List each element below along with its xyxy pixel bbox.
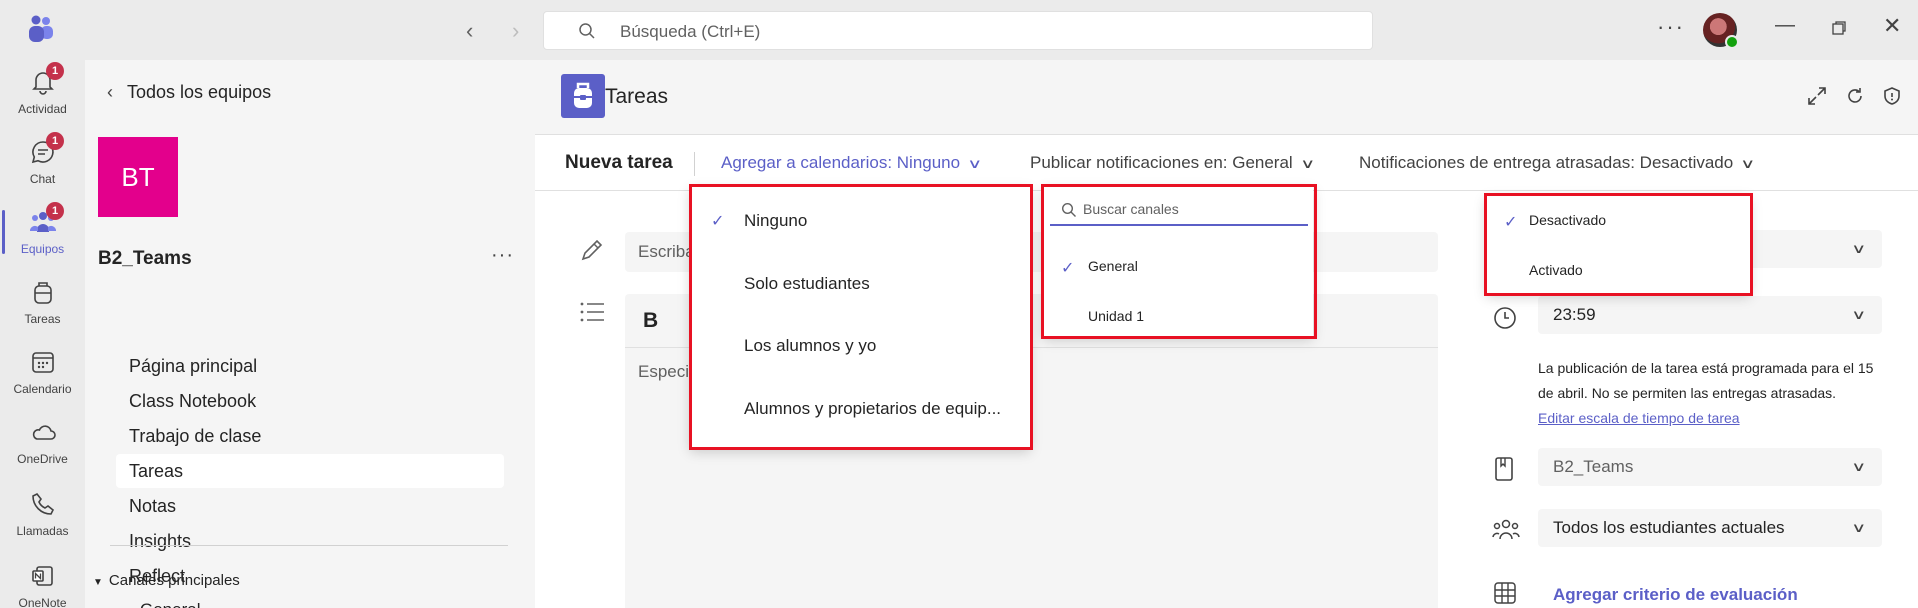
sidebar-divider [110, 545, 508, 546]
app-header: Tareas [535, 60, 1918, 135]
avatar[interactable] [1703, 13, 1739, 49]
highlight-box [1041, 184, 1317, 339]
new-task-heading: Nueva tarea [565, 152, 673, 173]
assignment-toolbar: Nueva tarea Agregar a calendarios: Ningu… [535, 136, 1918, 191]
rail-label: OneDrive [17, 452, 68, 466]
nav-item-insights[interactable]: Insights [116, 524, 504, 558]
chevron-down-icon: ∨ [1740, 156, 1756, 171]
onenote-icon [31, 566, 53, 586]
assignments-app-icon [561, 74, 605, 118]
team-name: B2_Teams [98, 248, 192, 269]
due-time-value: 23:59 [1553, 305, 1596, 324]
rail-item-onenote[interactable]: OneNote [0, 562, 85, 608]
chevron-down-icon: ∨ [967, 156, 983, 171]
chevron-down-icon: ∨ [1851, 520, 1867, 535]
rail-label: Llamadas [16, 524, 69, 538]
caret-down-icon: ▼ [93, 577, 103, 588]
nav-item-assignments[interactable]: Tareas [116, 454, 504, 488]
rubric-grid-icon [1494, 582, 1516, 604]
people-icon [1492, 519, 1520, 540]
rail-item-assignments[interactable]: Tareas [0, 278, 85, 326]
rail-item-activity[interactable]: 1 Actividad [0, 62, 85, 116]
back-arrow-icon[interactable]: ‹ [466, 18, 473, 44]
chevron-left-icon: ‹ [107, 82, 113, 102]
chevron-down-icon: ∨ [1851, 459, 1867, 474]
add-to-calendars-dropdown[interactable]: Agregar a calendarios: Ninguno ∨ [721, 153, 983, 173]
rail-item-chat[interactable]: 1 Chat [0, 132, 85, 186]
due-time-select[interactable]: 23:59 ∨ [1538, 296, 1882, 334]
team-avatar: BT [98, 137, 178, 217]
rail-item-teams[interactable]: 1 Equipos [0, 202, 85, 256]
class-select[interactable]: B2_Teams ∨ [1538, 448, 1882, 486]
refresh-icon[interactable] [1845, 86, 1865, 106]
chevron-down-icon: ∨ [1851, 307, 1867, 322]
rail-item-onedrive[interactable]: OneDrive [0, 418, 85, 466]
chat-badge: 1 [46, 132, 64, 150]
nav-item-grades[interactable]: Notas [116, 489, 504, 523]
chevron-down-icon: ∨ [1851, 241, 1867, 256]
minimize-icon[interactable]: — [1775, 14, 1795, 37]
students-select[interactable]: Todos los estudiantes actuales ∨ [1538, 509, 1882, 547]
clock-icon [1494, 307, 1516, 329]
expand-icon[interactable] [1807, 86, 1827, 106]
highlight-box [1484, 193, 1753, 296]
students-value: Todos los estudiantes actuales [1553, 518, 1785, 537]
rail-label: Tareas [24, 312, 61, 326]
all-teams-label: Todos los equipos [127, 82, 272, 102]
bold-button[interactable]: B [643, 309, 658, 333]
team-sidebar: ‹ Todos los equipos BT B2_Teams ··· Págin… [85, 60, 535, 608]
more-options-icon[interactable]: ··· [1657, 14, 1685, 40]
nav-item-class-notebook[interactable]: Class Notebook [116, 384, 504, 418]
shield-icon[interactable] [1882, 86, 1902, 106]
post-notifications-label: Publicar notificaciones en: General [1030, 153, 1293, 172]
all-teams-link[interactable]: ‹ Todos los equipos [107, 82, 271, 103]
app-rail: 1 Actividad 1 Chat 1 Equipos Tareas Cale… [0, 60, 85, 608]
main-channels-header[interactable]: ▼ Canales principales [93, 572, 240, 589]
instructions-list-icon [580, 302, 604, 322]
presence-available-icon [1725, 35, 1739, 49]
add-rubric-link[interactable]: Agregar criterio de evaluación [1553, 585, 1798, 605]
rail-label: OneNote [18, 596, 67, 608]
chevron-down-icon: ∨ [1299, 156, 1316, 171]
pencil-icon [581, 239, 603, 261]
rail-label: Equipos [20, 242, 65, 256]
class-value: B2_Teams [1553, 457, 1634, 476]
late-notifications-dropdown[interactable]: Notificaciones de entrega atrasadas: Des… [1359, 153, 1756, 173]
activity-badge: 1 [46, 62, 64, 80]
rail-item-calendar[interactable]: Calendario [0, 348, 85, 396]
search-input[interactable]: Búsqueda (Ctrl+E) [620, 22, 760, 42]
rail-label: Chat [29, 172, 56, 186]
title-bar: ‹ › Búsqueda (Ctrl+E) ··· — ✕ [0, 0, 1918, 60]
schedule-info: La publicación de la tarea está programa… [1538, 356, 1888, 431]
app-title: Tareas [605, 85, 669, 108]
backpack-icon [33, 282, 52, 304]
highlight-box [689, 184, 1033, 450]
add-to-calendars-label: Agregar a calendarios: Ninguno [721, 153, 961, 172]
nav-item-classwork[interactable]: Trabajo de clase [116, 419, 504, 453]
teams-badge: 1 [46, 202, 64, 220]
nav-item-home[interactable]: Página principal [116, 349, 504, 383]
phone-icon [31, 492, 54, 515]
forward-arrow-icon[interactable]: › [512, 18, 519, 44]
rail-item-calls[interactable]: Llamadas [0, 490, 85, 538]
toolbar-separator [694, 152, 695, 176]
search-icon [579, 23, 595, 39]
cloud-icon [32, 425, 56, 440]
class-notebook-icon [1495, 457, 1513, 481]
restore-icon[interactable] [1831, 20, 1847, 36]
teams-logo-icon [29, 15, 53, 42]
channels-label: Canales principales [108, 572, 240, 589]
late-notifications-label: Notificaciones de entrega atrasadas: Des… [1359, 153, 1734, 172]
team-more-icon[interactable]: ··· [491, 244, 514, 267]
post-notifications-dropdown[interactable]: Publicar notificaciones en: General ∨ [1030, 153, 1316, 173]
rail-label: Actividad [18, 102, 67, 116]
search-box[interactable]: Búsqueda (Ctrl+E) [543, 11, 1373, 50]
edit-timeline-link[interactable]: Editar escala de tiempo de tarea [1538, 410, 1740, 426]
schedule-info-text: La publicación de la tarea está programa… [1538, 360, 1874, 401]
close-icon[interactable]: ✕ [1883, 13, 1901, 39]
calendar-icon [31, 352, 54, 373]
channel-item-general[interactable]: General [140, 600, 200, 608]
rail-label: Calendario [13, 382, 72, 396]
